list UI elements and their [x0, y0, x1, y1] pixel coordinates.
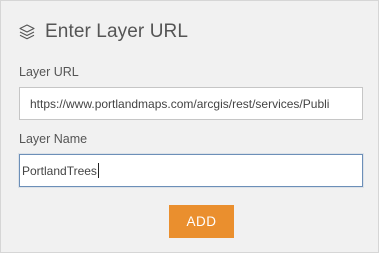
panel-header: Enter Layer URL: [18, 18, 188, 46]
layers-icon: [19, 24, 35, 40]
layer-name-value: PortlandTrees: [22, 163, 97, 178]
layer-url-value: https://www.portlandmaps.com/arcgis/rest…: [30, 96, 330, 111]
text-caret: [97, 163, 99, 178]
add-button[interactable]: ADD: [169, 205, 234, 238]
layer-url-label: Layer URL: [19, 65, 79, 79]
layer-name-label: Layer Name: [19, 132, 88, 146]
layer-url-input[interactable]: https://www.portlandmaps.com/arcgis/rest…: [19, 87, 363, 120]
panel-title: Enter Layer URL: [45, 21, 189, 42]
layer-name-input[interactable]: PortlandTrees: [19, 154, 363, 187]
enter-layer-url-panel: Enter Layer URL Layer URL https://www.po…: [0, 0, 379, 253]
